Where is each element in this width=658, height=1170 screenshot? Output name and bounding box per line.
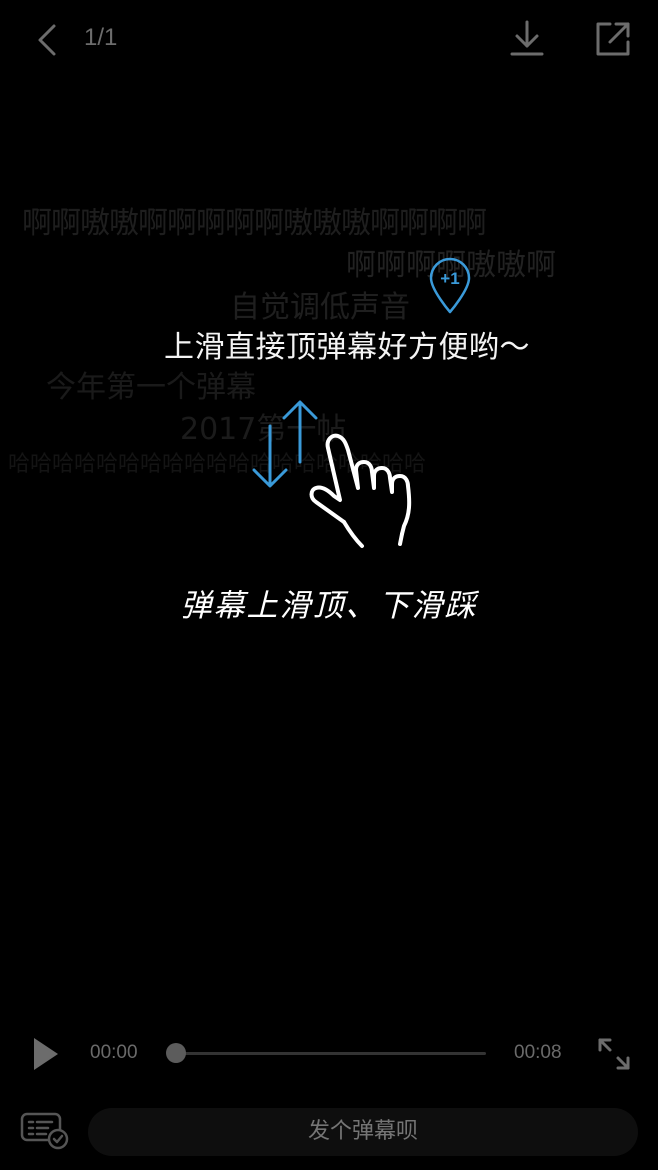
danmaku-comment[interactable]: 啊啊嗷嗷啊啊啊啊啊嗷嗷嗷啊啊啊啊 — [22, 198, 487, 242]
page-counter: 1/1 — [84, 24, 118, 51]
top-bar: 1/1 — [0, 0, 658, 80]
progress-bar[interactable] — [176, 1052, 486, 1055]
download-icon — [510, 20, 544, 56]
danmaku-list-check-icon — [20, 1112, 69, 1150]
fullscreen-button[interactable] — [594, 1034, 634, 1074]
danmaku-input[interactable] — [88, 1108, 638, 1156]
danmaku-comment[interactable]: 自觉调低声音 — [230, 282, 410, 326]
progress-thumb[interactable] — [166, 1043, 186, 1063]
pointing-hand-icon — [304, 430, 416, 554]
danmaku-comment[interactable]: 今年第一个弹幕 — [46, 362, 256, 406]
play-button[interactable] — [28, 1034, 64, 1074]
tutorial-caption: 弹幕上滑顶、下滑踩 — [180, 588, 478, 624]
expand-icon — [598, 1038, 630, 1070]
play-icon — [34, 1038, 58, 1070]
download-button[interactable] — [506, 18, 548, 60]
plus-one-pin-icon: +1 — [426, 256, 474, 316]
total-time: 00:08 — [514, 1042, 562, 1063]
share-icon — [596, 22, 630, 56]
highlighted-danmaku-comment[interactable]: 上滑直接顶弹幕好方便哟～ — [164, 322, 530, 366]
back-button[interactable] — [28, 20, 68, 60]
chevron-left-icon — [38, 24, 56, 56]
share-button[interactable] — [592, 18, 634, 60]
danmaku-toggle-button[interactable] — [20, 1110, 70, 1150]
plus-one-badge: +1 — [440, 269, 459, 288]
current-time: 00:00 — [90, 1042, 138, 1063]
